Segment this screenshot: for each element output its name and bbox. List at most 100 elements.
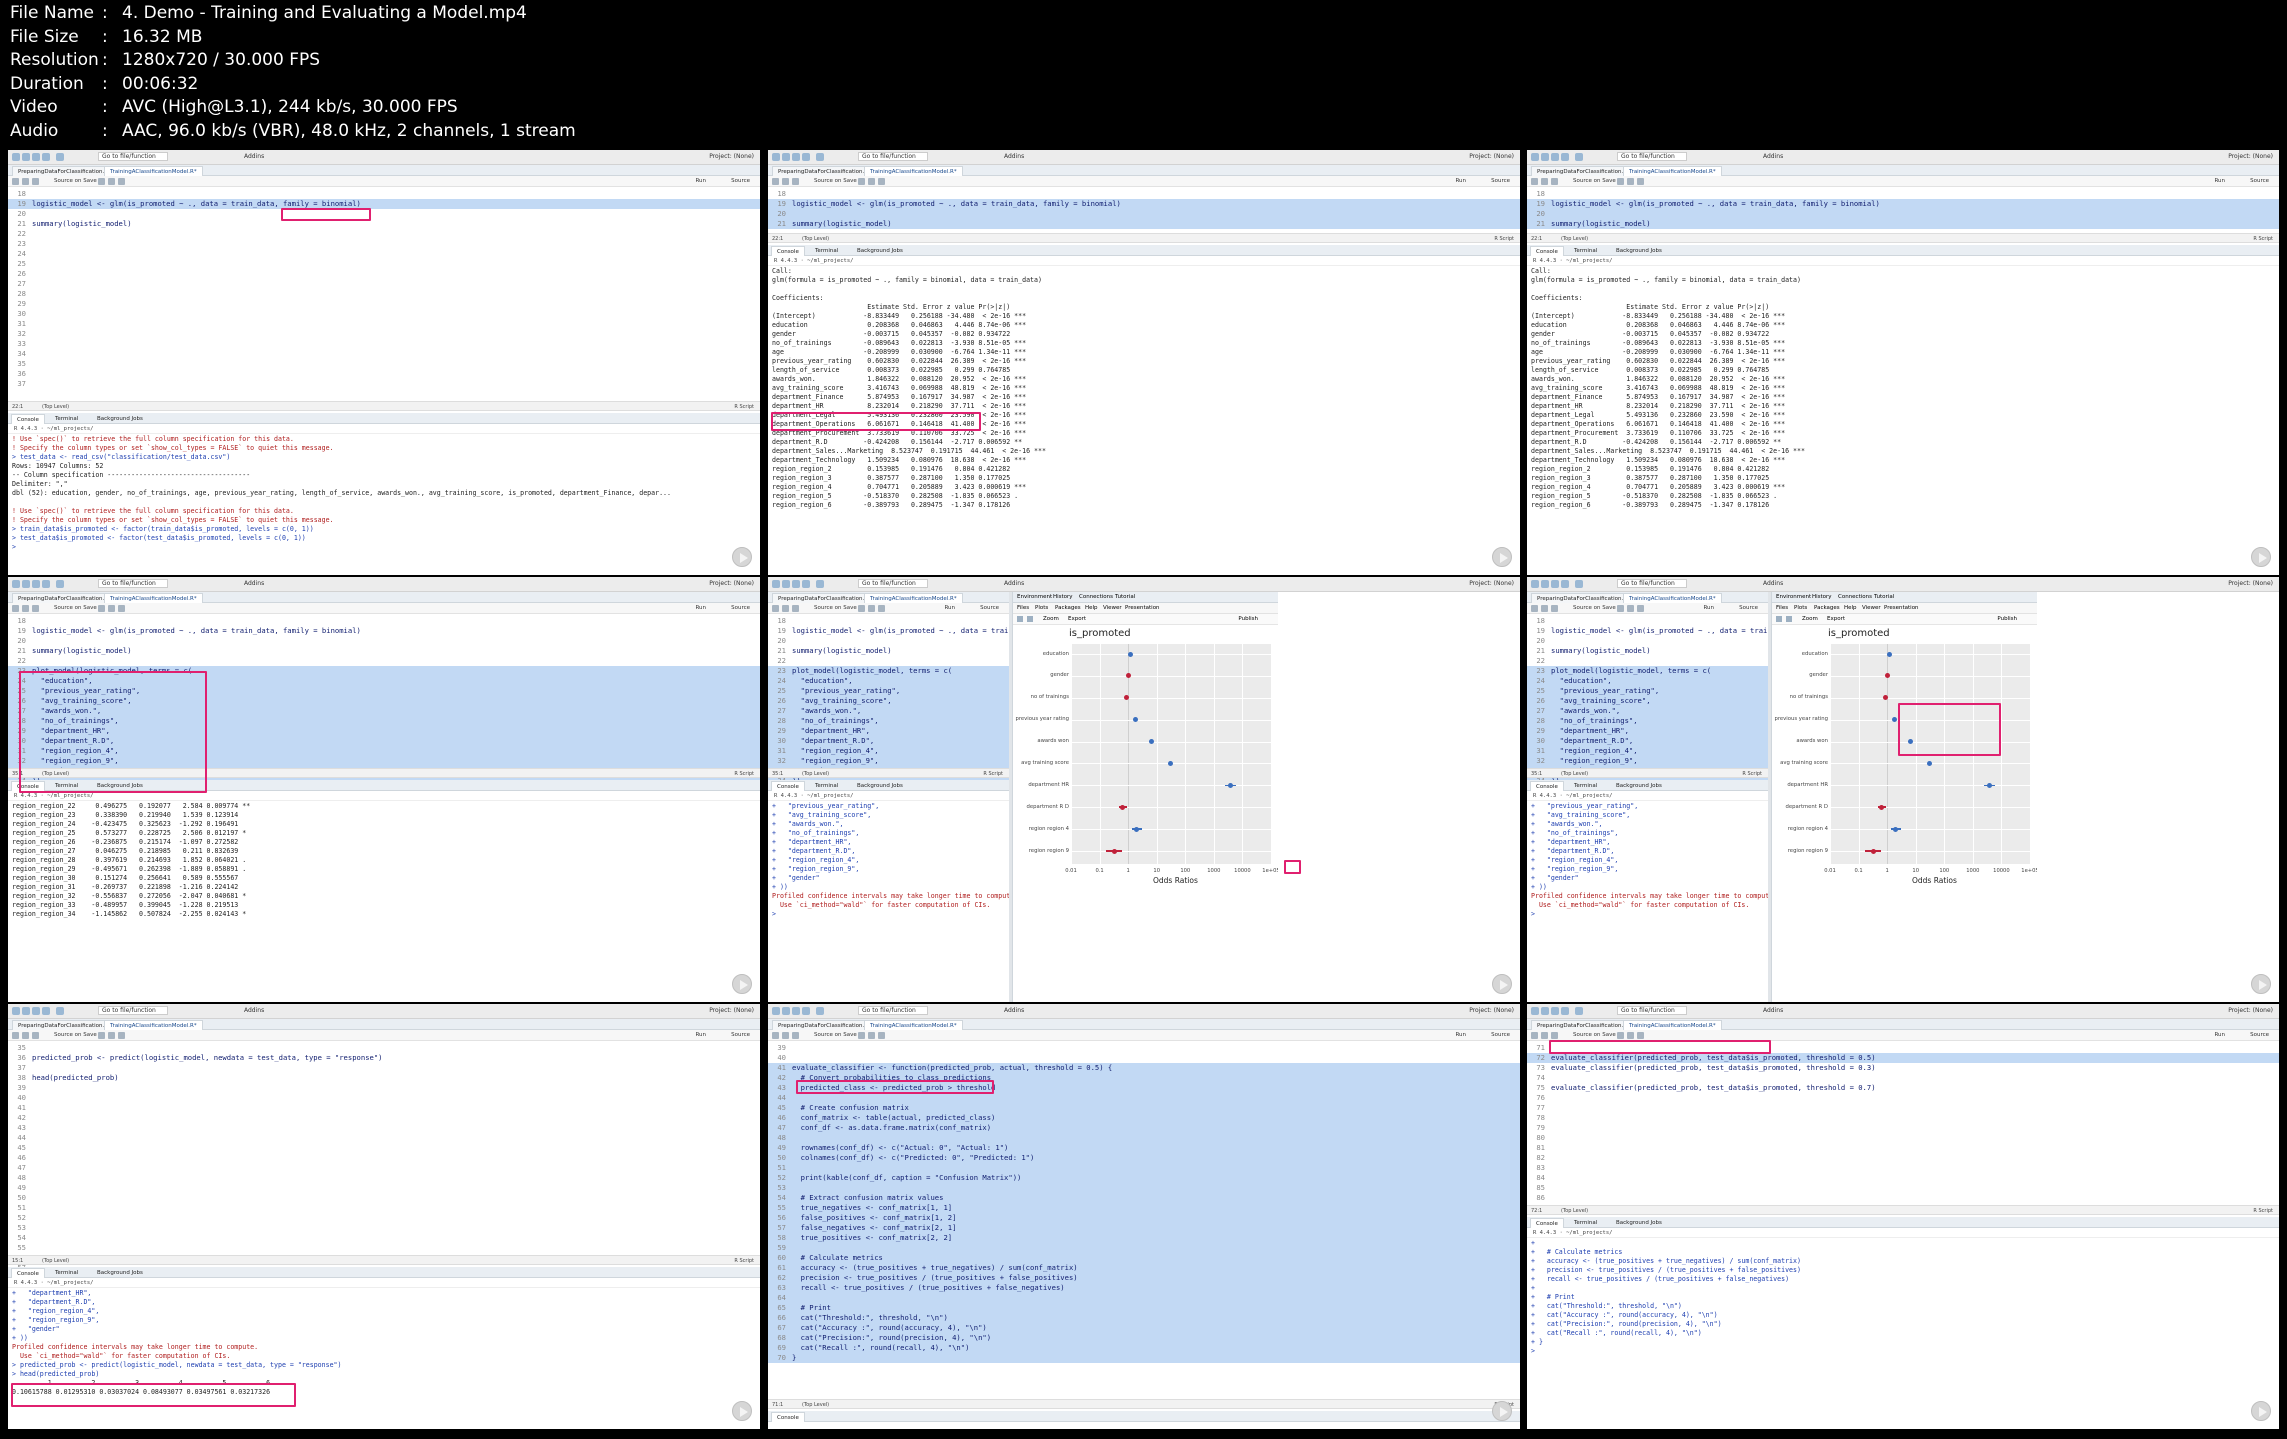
project-menu[interactable]: Project: (None) [709,580,754,587]
source-button[interactable]: Source [731,178,750,184]
files-tab[interactable]: Presentation [1125,605,1160,611]
editor-icon[interactable] [782,605,789,612]
editor-icon[interactable] [1637,1032,1644,1039]
source-on-save[interactable]: Source on Save [1573,1032,1616,1038]
editor-icon[interactable] [22,605,29,612]
addins-menu[interactable]: Addins [1763,1007,1783,1014]
scope-indicator[interactable]: (Top Level) [802,771,829,777]
code-editor[interactable]: 18 19 logistic_model <- glm(is_promoted ~ … [8,189,760,399]
toolbar-icon[interactable] [1551,153,1559,161]
toolbar-icon[interactable] [782,153,790,161]
code-editor[interactable]: 71 72 evaluate_classifier(predicted_prob, … [1527,1043,2279,1203]
editor-icon[interactable] [22,1032,29,1039]
code-editor[interactable]: 18 19 logistic_model <- glm(is_promoted ~ … [768,616,1009,786]
goto-file-input[interactable]: Go to file/function [1617,579,1687,588]
editor-icon[interactable] [108,1032,115,1039]
tab-console[interactable]: Console [1530,246,1564,256]
source-button[interactable]: Source [1491,1032,1510,1038]
toolbar-icon[interactable] [56,1007,64,1015]
toolbar-icon[interactable] [792,1007,800,1015]
files-tab[interactable]: Files [1776,605,1788,611]
project-menu[interactable]: Project: (None) [709,153,754,160]
tab-terminal[interactable]: Terminal [810,246,843,256]
toolbar-icon[interactable] [1541,153,1549,161]
editor-icon[interactable] [1531,1032,1538,1039]
toolbar-icon[interactable] [1531,580,1539,588]
tab-background-jobs[interactable]: Background Jobs [1611,246,1667,256]
toolbar-icon[interactable] [772,1007,780,1015]
source-on-save[interactable]: Source on Save [814,1032,857,1038]
toolbar-icon[interactable] [1551,580,1559,588]
play-button[interactable] [732,547,752,567]
tab-console[interactable]: Console [1530,781,1564,791]
code-editor[interactable]: 18 19 logistic_model <- glm(is_promoted ~ … [768,189,1520,231]
editor-icon[interactable] [22,178,29,185]
toolbar-icon[interactable] [1561,153,1569,161]
play-button[interactable] [1492,547,1512,567]
file-tab-active[interactable]: TrainingAClassificationModel.R* [864,1020,963,1030]
run-button[interactable]: Run [695,1032,706,1038]
file-tab-active[interactable]: TrainingAClassificationModel.R* [104,1020,203,1030]
addins-menu[interactable]: Addins [1004,153,1024,160]
tab-console[interactable]: Console [771,246,805,256]
files-tab[interactable]: Files [1017,605,1029,611]
publish-button[interactable]: Publish [1238,616,1258,622]
editor-icon[interactable] [32,178,39,185]
goto-file-input[interactable]: Go to file/function [858,579,928,588]
scope-indicator[interactable]: (Top Level) [1561,1208,1588,1214]
export-button[interactable]: Export [1068,616,1086,622]
source-on-save[interactable]: Source on Save [1573,605,1616,611]
file-tab-active[interactable]: TrainingAClassificationModel.R* [1623,1020,1722,1030]
tab-console[interactable]: Console [771,1412,805,1422]
env-tab[interactable]: History [1812,594,1832,600]
project-menu[interactable]: Project: (None) [2228,1007,2273,1014]
toolbar-icon[interactable] [792,153,800,161]
editor-icon[interactable] [118,1032,125,1039]
editor-icon[interactable] [792,1032,799,1039]
zoom-button[interactable]: Zoom [1043,616,1059,622]
toolbar-icon[interactable] [772,580,780,588]
run-button[interactable]: Run [2214,178,2225,184]
editor-icon[interactable] [1637,605,1644,612]
source-on-save[interactable]: Source on Save [54,1032,97,1038]
editor-icon[interactable] [868,605,875,612]
files-tab[interactable]: Plots [1035,605,1048,611]
source-button[interactable]: Source [2250,1032,2269,1038]
console-output[interactable]: + + # Calculate metrics + accuracy <- (tr… [1527,1239,2279,1419]
editor-icon[interactable] [782,1032,789,1039]
file-type[interactable]: R Script [1494,236,1514,242]
tab-background-jobs[interactable]: Background Jobs [92,414,148,424]
env-tab[interactable]: Tutorial [1874,594,1894,600]
source-on-save[interactable]: Source on Save [814,605,857,611]
goto-file-input[interactable]: Go to file/function [98,152,168,161]
file-type[interactable]: R Script [734,1258,754,1264]
tab-console[interactable]: Console [1530,1218,1564,1228]
tab-console[interactable]: Console [771,781,805,791]
file-tab[interactable]: PreparingDataForClassification.R [772,166,875,176]
file-type[interactable]: R Script [983,771,1003,777]
editor-icon[interactable] [1541,178,1548,185]
file-tab-active[interactable]: TrainingAClassificationModel.R* [1623,166,1722,176]
toolbar-icon[interactable] [22,1007,30,1015]
console-output[interactable]: + "previous_year_rating", + "avg_training… [1527,802,1768,942]
tab-terminal[interactable]: Terminal [810,781,843,791]
export-button[interactable]: Export [1827,616,1845,622]
addins-menu[interactable]: Addins [1763,580,1783,587]
editor-icon[interactable] [868,1032,875,1039]
files-tab[interactable]: Plots [1794,605,1807,611]
editor-icon[interactable] [108,178,115,185]
zoom-button[interactable]: Zoom [1802,616,1818,622]
editor-icon[interactable] [118,605,125,612]
toolbar-icon[interactable] [42,153,50,161]
tab-terminal[interactable]: Terminal [50,414,83,424]
toolbar-icon[interactable] [802,1007,810,1015]
env-tab[interactable]: Connections [1079,594,1113,600]
scope-indicator[interactable]: (Top Level) [42,771,69,777]
editor-icon[interactable] [98,178,105,185]
editor-icon[interactable] [1551,605,1558,612]
play-button[interactable] [1492,974,1512,994]
source-on-save[interactable]: Source on Save [54,178,97,184]
editor-icon[interactable] [858,605,865,612]
editor-icon[interactable] [1541,605,1548,612]
file-tab-active[interactable]: TrainingAClassificationModel.R* [864,166,963,176]
